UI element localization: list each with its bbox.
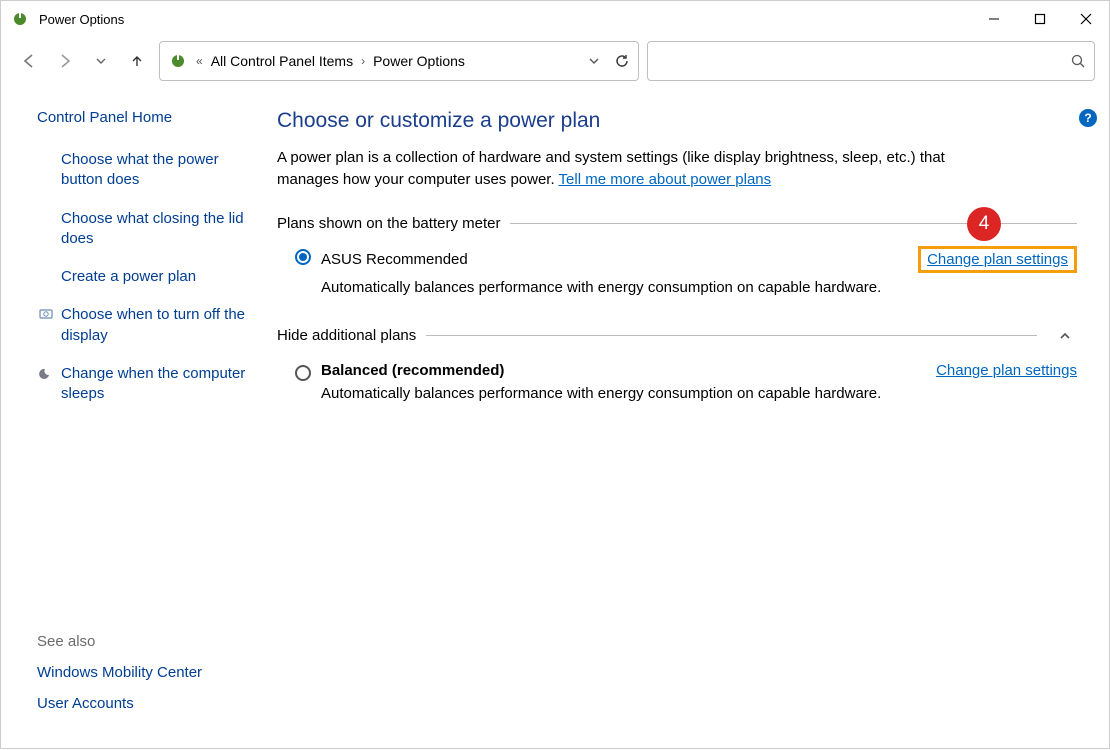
change-plan-settings-link[interactable]: Change plan settings xyxy=(927,251,1068,268)
sidebar-link-sleep[interactable]: Change when the computer sleeps xyxy=(37,364,247,405)
collapse-icon[interactable] xyxy=(1053,324,1077,348)
up-button[interactable] xyxy=(123,47,151,75)
plan-balanced: Balanced (recommended) Change plan setti… xyxy=(277,362,1077,402)
sidebar-link-closing-lid[interactable]: Choose what closing the lid does xyxy=(37,209,247,250)
window-title: Power Options xyxy=(39,12,124,27)
sidebar-link-power-button[interactable]: Choose what the power button does xyxy=(37,150,247,191)
window-controls xyxy=(971,1,1109,37)
titlebar: Power Options xyxy=(1,1,1109,37)
back-button[interactable] xyxy=(15,47,43,75)
moon-icon xyxy=(37,364,55,405)
see-also: See also Windows Mobility Center User Ac… xyxy=(37,633,247,730)
address-dropdown-icon[interactable] xyxy=(588,55,600,67)
page-description: A power plan is a collection of hardware… xyxy=(277,147,997,191)
plans-shown-heading: Plans shown on the battery meter xyxy=(277,215,1077,232)
location-icon xyxy=(168,53,188,69)
control-panel-home-link[interactable]: Control Panel Home xyxy=(37,109,247,126)
breadcrumb-parent[interactable]: All Control Panel Items xyxy=(211,53,353,69)
display-clock-icon xyxy=(37,305,55,346)
sidebar-link-label[interactable]: Choose what the power button does xyxy=(61,150,247,191)
sidebar-link-label[interactable]: Choose what closing the lid does xyxy=(61,209,247,250)
forward-button[interactable] xyxy=(51,47,79,75)
change-plan-settings-link[interactable]: Change plan settings xyxy=(936,362,1077,379)
annotation-highlight: Change plan settings xyxy=(918,246,1077,273)
plan-description: Automatically balances performance with … xyxy=(321,279,1077,296)
plan-asus-recommended: ASUS Recommended Change plan settings Au… xyxy=(277,246,1077,296)
sidebar-link-label[interactable]: Choose when to turn off the display xyxy=(61,305,247,346)
breadcrumb-current[interactable]: Power Options xyxy=(373,53,465,69)
refresh-button[interactable] xyxy=(614,53,630,69)
plan-name[interactable]: Balanced (recommended) xyxy=(321,362,504,379)
minimize-button[interactable] xyxy=(971,1,1017,37)
close-button[interactable] xyxy=(1063,1,1109,37)
sidebar-link-create-plan[interactable]: Create a power plan xyxy=(37,267,247,287)
sidebar-link-label[interactable]: Change when the computer sleeps xyxy=(61,364,247,405)
breadcrumb-separator-icon: › xyxy=(359,54,367,68)
see-also-mobility-center[interactable]: Windows Mobility Center xyxy=(37,664,247,681)
plan-radio[interactable] xyxy=(295,249,311,265)
learn-more-link[interactable]: Tell me more about power plans xyxy=(559,171,772,188)
address-bar[interactable]: « All Control Panel Items › Power Option… xyxy=(159,41,639,81)
plan-name[interactable]: ASUS Recommended xyxy=(321,251,468,268)
breadcrumb-overflow-icon[interactable]: « xyxy=(194,54,205,68)
sidebar: Control Panel Home Choose what the power… xyxy=(13,103,261,730)
help-icon[interactable]: ? xyxy=(1079,109,1097,127)
page-title: Choose or customize a power plan xyxy=(277,109,1077,133)
maximize-button[interactable] xyxy=(1017,1,1063,37)
app-icon xyxy=(11,10,29,28)
sidebar-link-label[interactable]: Create a power plan xyxy=(61,267,196,287)
sidebar-link-display-off[interactable]: Choose when to turn off the display xyxy=(37,305,247,346)
main-content: Choose or customize a power plan A power… xyxy=(261,103,1085,730)
see-also-user-accounts[interactable]: User Accounts xyxy=(37,695,247,712)
see-also-heading: See also xyxy=(37,633,247,650)
annotation-bubble: 4 xyxy=(967,207,1001,241)
hide-additional-heading[interactable]: Hide additional plans xyxy=(277,324,1077,348)
recent-dropdown[interactable] xyxy=(87,47,115,75)
search-box[interactable] xyxy=(647,41,1095,81)
toolbar: « All Control Panel Items › Power Option… xyxy=(1,37,1109,93)
divider xyxy=(426,335,1037,336)
plan-radio[interactable] xyxy=(295,365,311,381)
plan-description: Automatically balances performance with … xyxy=(321,385,1077,402)
search-icon xyxy=(1070,53,1086,69)
